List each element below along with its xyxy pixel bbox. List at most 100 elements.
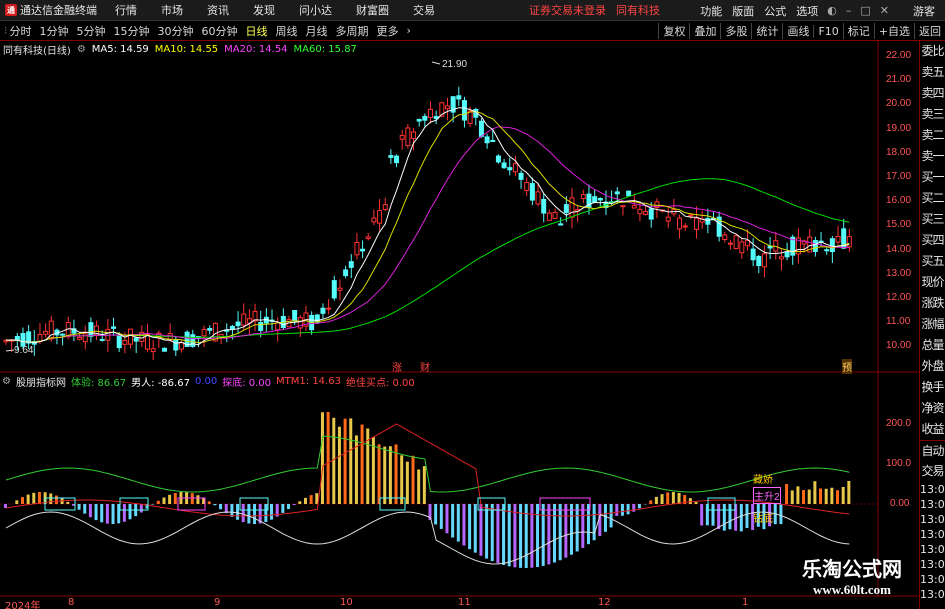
indicator-bar — [122, 504, 126, 522]
period-monthly[interactable]: 月线 — [306, 23, 328, 39]
indicator-bar — [388, 446, 392, 504]
login-status[interactable]: 证券交易未登录 — [529, 2, 606, 18]
side-turnover[interactable]: 换手 — [920, 377, 945, 398]
candle-body — [201, 329, 207, 337]
candle-body — [60, 333, 66, 336]
indicator-settings-icon[interactable]: ⚙ — [2, 376, 11, 387]
side-auto[interactable]: 自动 — [920, 440, 945, 461]
side-time-5: 13:00 — [920, 543, 945, 556]
period-daily[interactable]: 日线 — [246, 23, 268, 39]
candle-body — [733, 235, 739, 250]
side-earnings[interactable]: 收益 — [920, 419, 945, 440]
side-sell1[interactable]: 卖一 — [920, 146, 945, 167]
period-more[interactable]: 更多 — [377, 23, 399, 39]
ma-settings-icon[interactable]: ⚙ — [77, 44, 86, 55]
menu-function[interactable]: 功能 — [700, 3, 722, 19]
low-price-marker: 9.64 — [14, 345, 34, 356]
adjust-button[interactable]: 复权 — [658, 23, 689, 39]
indicator-bar — [490, 504, 494, 562]
menu-layout[interactable]: 版面 — [732, 3, 754, 19]
candle-body — [694, 217, 700, 230]
side-buy2[interactable]: 买二 — [920, 188, 945, 209]
overlay-button[interactable]: 叠加 — [689, 23, 720, 39]
menu-item-discover[interactable]: 发现 — [253, 2, 275, 18]
multi-stock-button[interactable]: 多股 — [720, 23, 751, 39]
side-trade[interactable]: 交易 — [920, 461, 945, 482]
menu-item-trade[interactable]: 交易 — [413, 2, 435, 18]
draw-line-button[interactable]: 画线 — [782, 23, 813, 39]
period-60min[interactable]: 60分钟 — [202, 23, 238, 39]
kline-chart[interactable] — [0, 41, 919, 597]
indicator-bar — [671, 492, 675, 504]
candle-body — [411, 131, 417, 140]
maximize-icon[interactable]: □ — [860, 4, 870, 17]
side-sell4[interactable]: 卖四 — [920, 83, 945, 104]
more-chevron-icon[interactable]: › — [407, 24, 411, 37]
side-price[interactable]: 现价 — [920, 272, 945, 293]
side-buy4[interactable]: 买四 — [920, 230, 945, 251]
ma60-value: MA60: 15.87 — [293, 43, 357, 55]
indicator-bar — [434, 504, 438, 525]
indicator-bar — [728, 504, 732, 530]
indicator-bar — [422, 466, 426, 504]
side-buy3[interactable]: 买三 — [920, 209, 945, 230]
event-mark-rise[interactable]: 涨 — [392, 359, 402, 374]
menu-item-ask[interactable]: 问小达 — [299, 2, 332, 18]
period-weekly[interactable]: 周线 — [276, 23, 298, 39]
event-mark-forecast[interactable]: 预 — [842, 359, 852, 374]
side-net-assets[interactable]: 净资 — [920, 398, 945, 419]
menu-options[interactable]: 选项 — [796, 3, 818, 19]
indicator-bar — [654, 496, 658, 504]
event-mark-finance[interactable]: 财 — [420, 359, 430, 374]
low-marker-line — [5, 349, 15, 352]
indicator-bar — [405, 461, 409, 504]
f10-button[interactable]: F10 — [813, 24, 842, 38]
back-button[interactable]: 返回 — [914, 23, 945, 39]
statistics-button[interactable]: 统计 — [751, 23, 782, 39]
period-30min[interactable]: 30分钟 — [158, 23, 194, 39]
side-volume[interactable]: 总量 — [920, 335, 945, 356]
side-weibi[interactable]: 委比 — [920, 41, 945, 62]
skin-icon[interactable]: ◐ — [827, 4, 837, 17]
candle-body — [99, 338, 105, 341]
close-icon[interactable]: ✕ — [880, 4, 889, 17]
candle-body — [343, 269, 349, 277]
price-axis-label: 22.00 — [886, 50, 912, 61]
menu-formula[interactable]: 公式 — [764, 3, 786, 19]
indicator-bar — [717, 504, 721, 529]
guest-label[interactable]: 游客 — [913, 3, 935, 19]
menu-item-exchange[interactable]: 市场 — [161, 2, 183, 18]
period-multi[interactable]: 多周期 — [336, 23, 369, 39]
mark-button[interactable]: 标记 — [842, 23, 874, 39]
add-watchlist-button[interactable]: +自选 — [873, 23, 914, 39]
indicator-bar — [626, 504, 630, 515]
indicator-bar — [456, 504, 460, 542]
candle-body — [677, 217, 683, 230]
side-outer[interactable]: 外盘 — [920, 356, 945, 377]
period-5min[interactable]: 5分钟 — [77, 23, 106, 39]
period-tick[interactable]: 分时 — [10, 23, 32, 39]
side-change-pct[interactable]: 涨幅 — [920, 314, 945, 335]
side-sell3[interactable]: 卖三 — [920, 104, 945, 125]
ma60-line — [5, 178, 850, 343]
indicator-value-5: MTM1: 14.63 — [276, 375, 341, 387]
menu-item-market[interactable]: 行情 — [115, 2, 137, 18]
x-label-year: 2024年 — [5, 601, 41, 609]
candle-body — [88, 322, 94, 337]
side-buy1[interactable]: 买一 — [920, 167, 945, 188]
indicator-bar — [207, 501, 211, 504]
indicator-bar — [298, 501, 302, 504]
side-sell2[interactable]: 卖二 — [920, 125, 945, 146]
indicator-bar — [71, 504, 75, 506]
high-price-marker: 21.90 — [442, 59, 468, 70]
side-sell5[interactable]: 卖五 — [920, 62, 945, 83]
menu-item-wealth[interactable]: 财富圈 — [356, 2, 389, 18]
minimize-icon[interactable]: – — [846, 4, 852, 17]
period-15min[interactable]: 15分钟 — [114, 23, 150, 39]
side-change[interactable]: 涨跌 — [920, 293, 945, 314]
period-1min[interactable]: 1分钟 — [40, 23, 69, 39]
indicator-name[interactable]: 股朋指标网 — [16, 374, 66, 389]
menu-item-news[interactable]: 资讯 — [207, 2, 229, 18]
indicator-bar — [303, 497, 307, 504]
side-buy5[interactable]: 买五 — [920, 251, 945, 272]
